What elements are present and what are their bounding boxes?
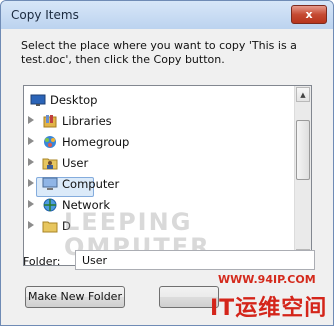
folder-icon <box>42 218 58 234</box>
folder-input[interactable] <box>75 250 315 270</box>
instructions-text: Select the place where you want to copy … <box>21 39 297 66</box>
tree-scrollbar[interactable]: ▲ ▼ <box>294 86 311 265</box>
expand-chevron-icon[interactable] <box>28 158 34 166</box>
expand-chevron-icon[interactable] <box>28 200 34 208</box>
scroll-up-arrow-icon[interactable]: ▲ <box>296 87 310 102</box>
computer-icon <box>42 176 58 192</box>
expand-chevron-icon[interactable] <box>28 179 34 187</box>
title-bar: Copy Items x <box>1 1 333 29</box>
tree-item-label: Homegroup <box>62 135 130 149</box>
folder-label: Folder: <box>23 255 61 268</box>
site-watermark-badge: WWW.94IP.COM IT运维空间 <box>208 268 334 326</box>
dialog-title: Copy Items <box>11 8 79 22</box>
network-icon <box>42 197 58 213</box>
tree-item-label: User <box>62 156 89 170</box>
libraries-icon <box>42 113 58 129</box>
tree-item-homegroup[interactable]: Homegroup <box>24 132 294 152</box>
homegroup-icon <box>42 134 58 150</box>
tree-item-label: Libraries <box>62 114 112 128</box>
tree-item-desktop[interactable]: Desktop <box>24 90 294 110</box>
make-new-folder-button[interactable]: Make New Folder <box>25 286 125 308</box>
scroll-thumb[interactable] <box>296 120 310 180</box>
tree-item-user[interactable]: User <box>24 153 294 173</box>
tree-item-computer[interactable]: Computer <box>24 174 294 194</box>
site-brand-text: IT运维空间 <box>210 296 328 321</box>
tree-item-label: Computer <box>62 177 120 191</box>
watermark-line-1: LEEPING <box>64 208 193 236</box>
user-folder-icon <box>42 155 58 171</box>
tree-item-libraries[interactable]: Libraries <box>24 111 294 131</box>
expand-chevron-icon[interactable] <box>28 137 34 145</box>
expand-chevron-icon[interactable] <box>28 221 34 229</box>
tree-item-label: Desktop <box>50 93 98 107</box>
folder-tree[interactable]: Desktop Libraries Homegroup User Compute… <box>23 85 312 266</box>
close-button[interactable]: x <box>291 5 327 24</box>
expand-chevron-icon[interactable] <box>28 116 34 124</box>
desktop-icon <box>30 92 46 108</box>
site-url-text: WWW.94IP.COM <box>218 273 316 286</box>
